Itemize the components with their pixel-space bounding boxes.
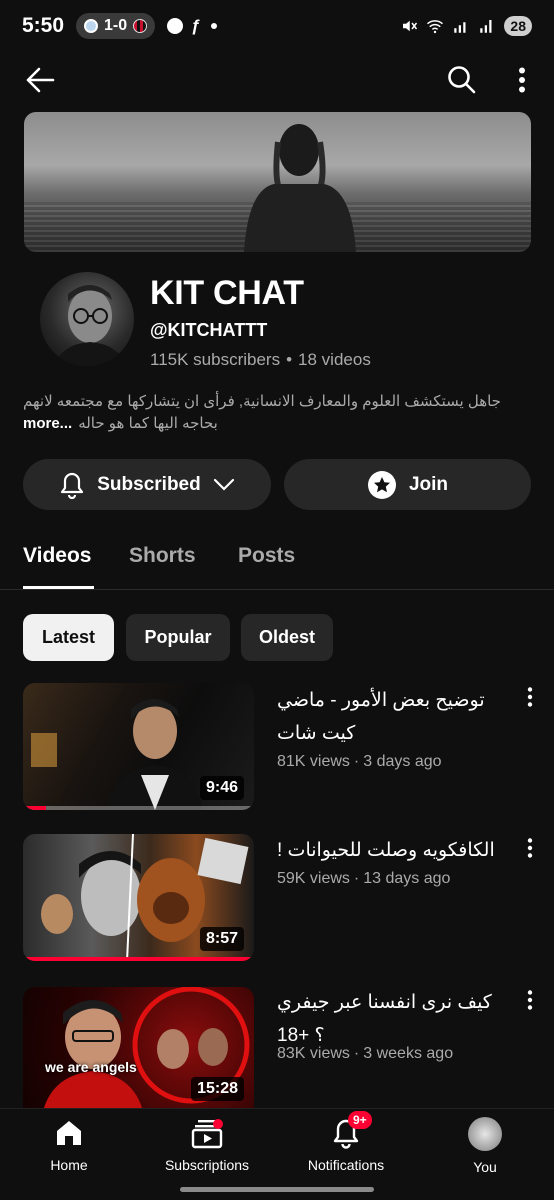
avatar-portrait-image <box>54 285 126 366</box>
more-notifications-dot-icon <box>210 23 217 29</box>
more-vert-icon <box>527 687 533 707</box>
chip-latest[interactable]: Latest <box>23 614 114 661</box>
subscriptions-new-dot <box>213 1119 223 1129</box>
video-meta: 59K views · 13 days ago <box>277 870 450 888</box>
channel-description[interactable]: جاهل يستكشف العلوم والمعارف الانسانية, ف… <box>23 391 503 435</box>
thumbnail-caption: we are angels <box>45 1059 137 1075</box>
video-count: 18 videos <box>298 350 371 369</box>
live-score-pill: 1-0 <box>76 13 156 39</box>
video-thumbnail[interactable]: we are angels 15:28 <box>23 987 254 1111</box>
score-text: 1-0 <box>104 17 128 34</box>
description-text: جاهل يستكشف العلوم والمعارف الانسانية, ف… <box>23 393 501 410</box>
signal-icon <box>454 22 466 33</box>
top-app-bar <box>0 52 554 108</box>
video-duration: 8:57 <box>199 927 244 951</box>
video-duration: 15:28 <box>191 1077 244 1101</box>
nav-home[interactable]: Home <box>9 1117 129 1173</box>
nav-notifications-label: Notifications <box>307 1157 385 1173</box>
watch-progress-bar <box>23 957 254 961</box>
video-views: 59K views <box>277 870 350 887</box>
notification-dot-icon <box>167 18 184 34</box>
subscribed-label: Subscribed <box>97 473 201 495</box>
channel-tabs: Videos Shorts Posts <box>0 528 554 590</box>
video-title[interactable]: توضيح بعض الأمور - ماضي كيت شات <box>277 684 507 750</box>
status-icons: 28 <box>400 16 532 36</box>
team-logo-icon <box>84 19 99 33</box>
signal-roaming-icon <box>480 20 492 33</box>
video-meta: 81K views · 3 days ago <box>277 753 442 771</box>
meta-separator: • <box>286 350 293 369</box>
arrow-back-icon <box>26 67 55 93</box>
channel-banner <box>24 112 531 252</box>
notifications-icon-wrap: 9+ <box>330 1111 372 1149</box>
bell-icon <box>61 472 84 499</box>
search-icon <box>448 66 476 94</box>
video-views: 83K views <box>277 1045 350 1062</box>
nav-you[interactable]: You <box>425 1117 545 1175</box>
meta-separator: · <box>353 870 360 887</box>
subscriber-count: 115K subscribers <box>150 350 281 369</box>
battery-indicator: 28 <box>504 16 532 36</box>
back-button[interactable] <box>22 64 58 96</box>
video-title[interactable]: كيف نرى انفسنا عبر جيفري ؟ +18 <box>277 986 507 1052</box>
nav-notifications[interactable]: 9+ Notifications <box>286 1111 406 1173</box>
description-more-link[interactable]: more... <box>23 413 72 435</box>
more-options-button[interactable] <box>508 64 536 96</box>
star-badge-icon <box>367 470 396 499</box>
join-label: Join <box>408 473 449 495</box>
video-thumbnail[interactable]: 8:57 <box>23 834 254 961</box>
video-action-menu-button[interactable] <box>520 685 540 709</box>
user-avatar <box>468 1117 502 1151</box>
video-views: 81K views <box>277 753 350 770</box>
wifi-icon <box>427 20 444 34</box>
video-age: 13 days ago <box>363 870 451 887</box>
channel-name: KIT CHAT <box>150 274 304 312</box>
nav-subscriptions[interactable]: Subscriptions <box>147 1117 267 1173</box>
notifications-badge: 9+ <box>348 1111 372 1129</box>
chevron-down-icon <box>213 478 234 491</box>
video-meta: 83K views · 3 weeks ago <box>277 1045 453 1063</box>
watch-progress-bar <box>23 806 47 810</box>
channel-handle: @KITCHATTT <box>150 320 268 340</box>
video-title[interactable]: الكافكويه وصلت للحيوانات ! <box>277 834 507 867</box>
channel-meta: 115K subscribers • 18 videos <box>150 350 371 370</box>
subscriptions-icon-wrap <box>191 1117 223 1149</box>
more-vert-icon <box>527 990 533 1010</box>
video-age: 3 weeks ago <box>363 1045 454 1062</box>
meta-separator: · <box>353 1045 360 1062</box>
watch-progress-track <box>23 806 254 810</box>
tab-posts[interactable]: Posts <box>238 544 295 568</box>
nav-subscriptions-label: Subscriptions <box>164 1157 250 1173</box>
status-time: 5:50 <box>22 14 65 37</box>
nav-home-label: Home <box>50 1157 88 1173</box>
tab-videos[interactable]: Videos <box>23 544 91 568</box>
video-action-menu-button[interactable] <box>520 836 540 860</box>
home-icon <box>57 1121 81 1145</box>
team-logo-icon <box>133 19 148 33</box>
status-bar: 5:50 1-0 ƒ 28 <box>0 0 554 52</box>
search-button[interactable] <box>444 63 480 97</box>
tab-shorts[interactable]: Shorts <box>129 544 196 568</box>
system-home-indicator[interactable] <box>180 1187 374 1192</box>
mute-icon <box>403 20 418 32</box>
join-button[interactable]: Join <box>284 459 531 510</box>
meta-separator: · <box>353 753 360 770</box>
more-vert-icon <box>527 838 533 858</box>
video-action-menu-button[interactable] <box>520 988 540 1012</box>
banner-figure-image <box>244 124 356 252</box>
video-age: 3 days ago <box>363 753 442 770</box>
subscribed-button[interactable]: Subscribed <box>23 459 271 510</box>
video-duration: 9:46 <box>199 776 244 800</box>
chip-popular[interactable]: Popular <box>126 614 230 661</box>
nav-you-label: You <box>473 1159 497 1175</box>
channel-avatar[interactable] <box>40 272 134 366</box>
chip-oldest[interactable]: Oldest <box>241 614 333 661</box>
description-second-line: more... بحاجه اليها كما هو حاله <box>23 413 503 435</box>
app-notification-icon: ƒ <box>191 16 201 35</box>
description-text-continued: بحاجه اليها كما هو حاله <box>78 415 218 432</box>
active-tab-indicator <box>23 586 94 589</box>
more-vert-icon <box>519 67 525 93</box>
video-thumbnail[interactable]: 9:46 <box>23 683 254 810</box>
